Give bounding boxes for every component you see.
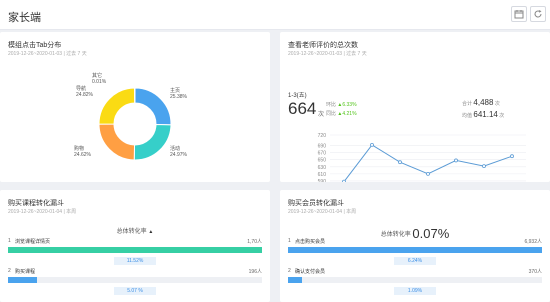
step-count: 370人 (529, 268, 542, 275)
bar-fill (288, 247, 542, 253)
data-point[interactable] (511, 155, 514, 158)
card-title: 购买会员转化漏斗 (288, 198, 344, 208)
data-point[interactable] (483, 165, 486, 168)
y-tick-label: 630 (318, 165, 327, 171)
conversion-badge: 6.24% (394, 257, 436, 265)
step-name: 购买课程 (15, 268, 35, 275)
y-tick-label: 690 (318, 144, 327, 150)
step-count: 6,932人 (524, 238, 542, 245)
donut-slice[interactable] (99, 124, 135, 160)
data-point[interactable] (371, 143, 374, 146)
y-tick-label: 650 (318, 158, 327, 164)
overall-rate: 总体转化率 ▲ (0, 226, 270, 235)
slice-label-other: 其它0.01% (92, 73, 106, 85)
data-point[interactable] (343, 180, 346, 182)
funnel-step[interactable]: 2 购买课程 196人 5.07 % (8, 268, 262, 302)
slice-label-nav: 导航24.82% (76, 86, 93, 98)
refresh-icon[interactable] (530, 6, 546, 22)
slice-label-shopping: 购物24.62% (74, 146, 91, 158)
y-tick-label: 590 (318, 179, 327, 182)
step-count: 196人 (249, 268, 262, 275)
donut-slice[interactable] (135, 88, 171, 125)
step-count: 1,70人 (247, 238, 262, 245)
series-line (344, 145, 512, 182)
y-tick-label: 720 (318, 133, 327, 139)
y-tick-label: 670 (318, 151, 327, 157)
card-subtitle: 2019-12-26~2020-01-04 | 本周 (288, 208, 356, 215)
bar-fill (8, 247, 262, 253)
course-funnel-card: 购买课程转化漏斗 2019-12-26~2020-01-04 | 本周 总体转化… (0, 190, 270, 302)
step-number: 2 (288, 268, 294, 274)
data-point[interactable] (399, 161, 402, 164)
slice-label-activity: 活动24.97% (170, 146, 187, 158)
line-chart: 57059061063065067069072012-2812-2912-301… (280, 32, 550, 182)
step-name: 点击购买会员 (295, 238, 325, 245)
bar-fill (8, 277, 37, 283)
step-name: 浏览课程详情页 (15, 238, 50, 245)
teacher-review-card: 查看老师评价的总次数 2019-12-26~2020-01-03 | 过去 7 … (280, 32, 550, 182)
conversion-badge: 1.09% (394, 287, 436, 295)
step-number: 1 (288, 238, 294, 244)
data-point[interactable] (455, 159, 458, 162)
donut-chart (0, 32, 270, 182)
tab-distribution-card: 模组点击Tab分布 2019-12-26~2020-01-03 | 过去 7 天… (0, 32, 270, 182)
calendar-icon[interactable] (511, 6, 527, 22)
membership-funnel-card: 购买会员转化漏斗 2019-12-26~2020-01-04 | 本周 总体转化… (280, 190, 550, 302)
bar-track (288, 277, 542, 283)
donut-slice[interactable] (99, 88, 135, 124)
bar-track (288, 247, 542, 253)
bar-track (8, 277, 262, 283)
step-name: 确认支付会员 (295, 268, 325, 275)
bar-fill (288, 277, 302, 283)
app-title: 家长端 (8, 9, 41, 25)
y-tick-label: 610 (318, 172, 327, 178)
bar-track (8, 247, 262, 253)
conversion-badge: 5.07 % (114, 287, 156, 295)
step-number: 2 (8, 268, 14, 274)
slice-label-home: 主页25.38% (170, 88, 187, 100)
card-subtitle: 2019-12-26~2020-01-04 | 本周 (8, 208, 76, 215)
funnel-step[interactable]: 2 确认支付会员 370人 1.09% (288, 268, 542, 302)
top-bar: 家长端 (0, 0, 550, 30)
conversion-badge: 11.52% (114, 257, 156, 265)
card-title: 购买课程转化漏斗 (8, 198, 64, 208)
data-point[interactable] (427, 172, 430, 175)
step-number: 1 (8, 238, 14, 244)
donut-slice[interactable] (134, 125, 171, 160)
